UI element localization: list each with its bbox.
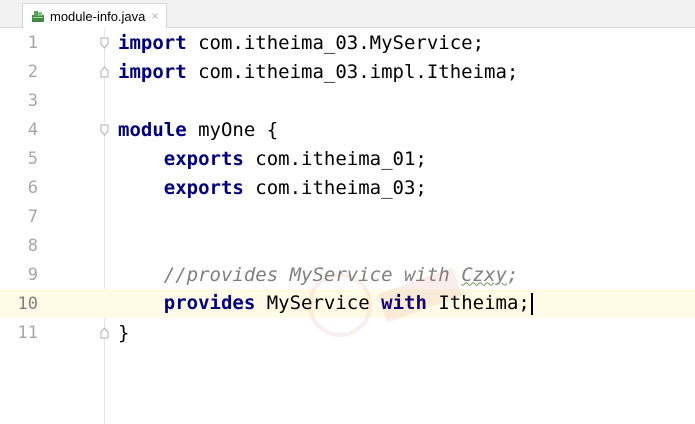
code-token: myOne { xyxy=(186,118,279,141)
code-editor[interactable]: 1 import com.itheima_03.MyService; 2 import… xyxy=(0,28,695,424)
code-token: com.itheima_03; xyxy=(243,176,427,199)
code-line[interactable]: 1 import com.itheima_03.MyService; xyxy=(0,28,695,57)
keyword-token: provides xyxy=(163,292,256,315)
keyword-token: module xyxy=(118,118,187,141)
code-line[interactable]: 8 xyxy=(0,231,695,260)
editor-window: module-info.java × 1 import com.itheima_0… xyxy=(0,0,695,424)
code-token: } xyxy=(118,321,130,344)
line-number: 7 xyxy=(27,206,38,227)
line-number: 6 xyxy=(27,177,38,198)
code-line[interactable]: 4 module myOne { xyxy=(0,115,695,144)
code-line[interactable]: 6 exports com.itheima_03; xyxy=(0,173,695,202)
line-number: 4 xyxy=(27,119,38,140)
code-text: import com.itheima_03.impl.Itheima; xyxy=(118,61,518,83)
code-line[interactable]: 2 import com.itheima_03.impl.Itheima; xyxy=(0,57,695,86)
line-number: 10 xyxy=(17,293,38,314)
fold-marker-icon[interactable] xyxy=(100,37,109,49)
keyword-token: with xyxy=(381,292,427,315)
code-text: exports com.itheima_03; xyxy=(118,177,427,199)
fold-marker-icon[interactable] xyxy=(100,65,109,78)
line-number: 5 xyxy=(27,148,38,169)
line-number: 11 xyxy=(17,322,38,343)
code-line[interactable]: 10 provides MyService with Itheima; xyxy=(0,289,695,318)
code-line[interactable]: 11} xyxy=(0,318,695,347)
code-text: import com.itheima_03.MyService; xyxy=(118,32,484,54)
line-number: 8 xyxy=(27,235,38,256)
code-line[interactable]: 3 xyxy=(0,86,695,115)
code-text: module myOne { xyxy=(118,119,278,141)
comment-token: //provides MyService with xyxy=(163,263,462,286)
code-token: Itheima; xyxy=(426,292,530,315)
tab-bar: module-info.java × xyxy=(0,0,695,28)
text-caret xyxy=(530,292,533,315)
comment-token: Czxy xyxy=(461,263,507,286)
java-module-file-icon xyxy=(32,11,44,22)
code-line[interactable]: 9 //provides MyService with Czxy; xyxy=(0,260,695,289)
tab-label: module-info.java xyxy=(50,8,146,24)
comment-token: ; xyxy=(506,263,519,286)
line-number: 1 xyxy=(27,32,38,53)
code-token: MyService xyxy=(255,292,382,315)
code-token: com.itheima_01; xyxy=(243,147,427,170)
line-number: 2 xyxy=(27,61,38,82)
keyword-token: exports xyxy=(163,176,244,199)
code-token: com.itheima_03.MyService; xyxy=(186,31,485,54)
keyword-token: import xyxy=(118,31,187,54)
code-text: } xyxy=(118,322,129,344)
keyword-token: exports xyxy=(163,147,244,170)
line-number: 3 xyxy=(27,90,38,111)
line-number: 9 xyxy=(27,264,38,285)
fold-marker-icon[interactable] xyxy=(100,326,109,339)
code-text: provides MyService with Itheima; xyxy=(118,292,533,315)
keyword-token: import xyxy=(118,60,187,83)
code-line[interactable]: 5 exports com.itheima_01; xyxy=(0,144,695,173)
fold-marker-icon[interactable] xyxy=(100,124,109,136)
close-icon[interactable]: × xyxy=(151,9,158,23)
code-token: com.itheima_03.impl.Itheima; xyxy=(186,60,519,83)
tab-module-info[interactable]: module-info.java × xyxy=(22,3,168,28)
code-text: //provides MyService with Czxy; xyxy=(118,263,519,286)
code-text: exports com.itheima_01; xyxy=(118,148,427,170)
code-line[interactable]: 7 xyxy=(0,202,695,231)
